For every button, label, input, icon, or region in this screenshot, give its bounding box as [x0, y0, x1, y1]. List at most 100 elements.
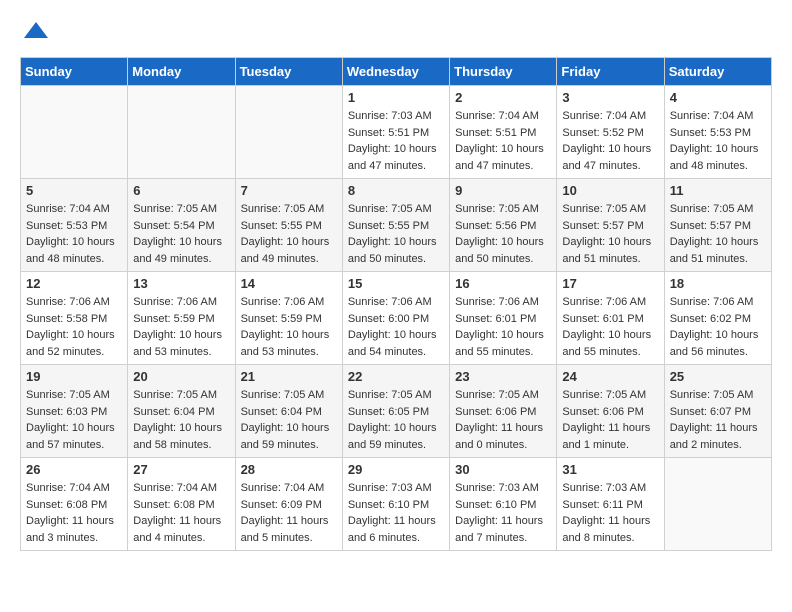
calendar-cell: 25 Sunrise: 7:05 AM Sunset: 6:07 PM Dayli…: [664, 365, 771, 458]
logo-icon: [22, 20, 50, 42]
calendar-cell: 24Sunrise: 7:05 AM Sunset: 6:06 PM Dayli…: [557, 365, 664, 458]
day-number: 7: [241, 183, 337, 198]
day-number: 19: [26, 369, 122, 384]
day-info: Sunrise: 7:04 AM Sunset: 5:53 PM Dayligh…: [26, 201, 122, 267]
day-number: 11: [670, 183, 766, 198]
calendar-cell: 15 Sunrise: 7:06 AM Sunset: 6:00 PM Dayli…: [342, 272, 449, 365]
calendar-cell: 16Sunrise: 7:06 AM Sunset: 6:01 PM Dayli…: [450, 272, 557, 365]
day-info: Sunrise: 7:06 AM Sunset: 6:00 PM Dayligh…: [348, 294, 444, 360]
calendar-cell: 13 Sunrise: 7:06 AM Sunset: 5:59 PM Dayli…: [128, 272, 235, 365]
day-number: 26: [26, 462, 122, 477]
calendar-cell: 8 Sunrise: 7:05 AM Sunset: 5:55 PM Daylig…: [342, 179, 449, 272]
header-thursday: Thursday: [450, 58, 557, 86]
day-info: Sunrise: 7:06 AM Sunset: 5:59 PM Dayligh…: [241, 294, 337, 360]
calendar-cell: 9 Sunrise: 7:05 AM Sunset: 5:56 PM Daylig…: [450, 179, 557, 272]
day-info: Sunrise: 7:05 AM Sunset: 6:03 PM Dayligh…: [26, 387, 122, 453]
calendar-cell: 28 Sunrise: 7:04 AM Sunset: 6:09 PM Dayli…: [235, 458, 342, 551]
calendar-cell: 29 Sunrise: 7:03 AM Sunset: 6:10 PM Dayli…: [342, 458, 449, 551]
day-info: Sunrise: 7:04 AM Sunset: 6:08 PM Dayligh…: [133, 480, 229, 546]
day-number: 5: [26, 183, 122, 198]
day-number: 21: [241, 369, 337, 384]
calendar-cell: 5 Sunrise: 7:04 AM Sunset: 5:53 PM Daylig…: [21, 179, 128, 272]
day-number: 10: [562, 183, 658, 198]
day-number: 3: [562, 90, 658, 105]
day-info: Sunrise: 7:05 AM Sunset: 5:56 PM Dayligh…: [455, 201, 551, 267]
day-number: 6: [133, 183, 229, 198]
day-number: 20: [133, 369, 229, 384]
calendar-cell: 17Sunrise: 7:06 AM Sunset: 6:01 PM Dayli…: [557, 272, 664, 365]
calendar-table: SundayMondayTuesdayWednesdayThursdayFrid…: [20, 57, 772, 551]
day-number: 29: [348, 462, 444, 477]
day-info: Sunrise: 7:05 AM Sunset: 6:06 PM Dayligh…: [455, 387, 551, 453]
calendar-cell: 20 Sunrise: 7:05 AM Sunset: 6:04 PM Dayli…: [128, 365, 235, 458]
day-info: Sunrise: 7:05 AM Sunset: 5:57 PM Dayligh…: [670, 201, 766, 267]
day-info: Sunrise: 7:05 AM Sunset: 5:55 PM Dayligh…: [241, 201, 337, 267]
day-number: 8: [348, 183, 444, 198]
week-row-2: 5 Sunrise: 7:04 AM Sunset: 5:53 PM Daylig…: [21, 179, 772, 272]
day-number: 15: [348, 276, 444, 291]
day-number: 1: [348, 90, 444, 105]
day-number: 30: [455, 462, 551, 477]
calendar-cell: [235, 86, 342, 179]
calendar-cell: 12 Sunrise: 7:06 AM Sunset: 5:58 PM Dayli…: [21, 272, 128, 365]
calendar-cell: 3 Sunrise: 7:04 AM Sunset: 5:52 PM Daylig…: [557, 86, 664, 179]
day-info: Sunrise: 7:06 AM Sunset: 5:58 PM Dayligh…: [26, 294, 122, 360]
week-row-4: 19 Sunrise: 7:05 AM Sunset: 6:03 PM Dayli…: [21, 365, 772, 458]
calendar-cell: 10Sunrise: 7:05 AM Sunset: 5:57 PM Dayli…: [557, 179, 664, 272]
day-info: Sunrise: 7:05 AM Sunset: 6:07 PM Dayligh…: [670, 387, 766, 453]
day-info: Sunrise: 7:03 AM Sunset: 6:10 PM Dayligh…: [348, 480, 444, 546]
day-info: Sunrise: 7:04 AM Sunset: 6:09 PM Dayligh…: [241, 480, 337, 546]
calendar-cell: 31 Sunrise: 7:03 AM Sunset: 6:11 PM Dayli…: [557, 458, 664, 551]
header-sunday: Sunday: [21, 58, 128, 86]
day-info: Sunrise: 7:03 AM Sunset: 6:11 PM Dayligh…: [562, 480, 658, 546]
header-wednesday: Wednesday: [342, 58, 449, 86]
day-number: 4: [670, 90, 766, 105]
day-number: 13: [133, 276, 229, 291]
week-row-3: 12 Sunrise: 7:06 AM Sunset: 5:58 PM Dayli…: [21, 272, 772, 365]
calendar-cell: 18 Sunrise: 7:06 AM Sunset: 6:02 PM Dayli…: [664, 272, 771, 365]
day-info: Sunrise: 7:05 AM Sunset: 6:04 PM Dayligh…: [133, 387, 229, 453]
day-number: 12: [26, 276, 122, 291]
day-number: 28: [241, 462, 337, 477]
calendar-cell: [128, 86, 235, 179]
day-info: Sunrise: 7:05 AM Sunset: 6:04 PM Dayligh…: [241, 387, 337, 453]
header-friday: Friday: [557, 58, 664, 86]
day-number: 23: [455, 369, 551, 384]
calendar-cell: 6Sunrise: 7:05 AM Sunset: 5:54 PM Daylig…: [128, 179, 235, 272]
calendar-cell: 23 Sunrise: 7:05 AM Sunset: 6:06 PM Dayli…: [450, 365, 557, 458]
calendar-cell: 22 Sunrise: 7:05 AM Sunset: 6:05 PM Dayli…: [342, 365, 449, 458]
calendar-cell: 14 Sunrise: 7:06 AM Sunset: 5:59 PM Dayli…: [235, 272, 342, 365]
calendar-cell: [21, 86, 128, 179]
header-saturday: Saturday: [664, 58, 771, 86]
header-tuesday: Tuesday: [235, 58, 342, 86]
calendar-cell: 11 Sunrise: 7:05 AM Sunset: 5:57 PM Dayli…: [664, 179, 771, 272]
day-number: 14: [241, 276, 337, 291]
page-header: [20, 20, 772, 47]
day-number: 31: [562, 462, 658, 477]
calendar-header: SundayMondayTuesdayWednesdayThursdayFrid…: [21, 58, 772, 86]
day-info: Sunrise: 7:06 AM Sunset: 6:01 PM Dayligh…: [455, 294, 551, 360]
day-number: 9: [455, 183, 551, 198]
header-monday: Monday: [128, 58, 235, 86]
day-info: Sunrise: 7:05 AM Sunset: 5:55 PM Dayligh…: [348, 201, 444, 267]
week-row-1: 1 Sunrise: 7:03 AM Sunset: 5:51 PM Daylig…: [21, 86, 772, 179]
day-info: Sunrise: 7:06 AM Sunset: 6:01 PM Dayligh…: [562, 294, 658, 360]
week-row-5: 26 Sunrise: 7:04 AM Sunset: 6:08 PM Dayli…: [21, 458, 772, 551]
day-number: 25: [670, 369, 766, 384]
day-number: 22: [348, 369, 444, 384]
day-info: Sunrise: 7:06 AM Sunset: 5:59 PM Dayligh…: [133, 294, 229, 360]
day-info: Sunrise: 7:04 AM Sunset: 5:52 PM Dayligh…: [562, 108, 658, 174]
calendar-cell: 27 Sunrise: 7:04 AM Sunset: 6:08 PM Dayli…: [128, 458, 235, 551]
day-number: 27: [133, 462, 229, 477]
day-number: 18: [670, 276, 766, 291]
calendar-cell: 30Sunrise: 7:03 AM Sunset: 6:10 PM Dayli…: [450, 458, 557, 551]
logo: [20, 20, 50, 47]
calendar-cell: 21 Sunrise: 7:05 AM Sunset: 6:04 PM Dayli…: [235, 365, 342, 458]
calendar-cell: 4Sunrise: 7:04 AM Sunset: 5:53 PM Daylig…: [664, 86, 771, 179]
day-info: Sunrise: 7:06 AM Sunset: 6:02 PM Dayligh…: [670, 294, 766, 360]
calendar-cell: 7 Sunrise: 7:05 AM Sunset: 5:55 PM Daylig…: [235, 179, 342, 272]
day-info: Sunrise: 7:04 AM Sunset: 5:51 PM Dayligh…: [455, 108, 551, 174]
day-info: Sunrise: 7:03 AM Sunset: 5:51 PM Dayligh…: [348, 108, 444, 174]
day-number: 24: [562, 369, 658, 384]
day-info: Sunrise: 7:05 AM Sunset: 6:05 PM Dayligh…: [348, 387, 444, 453]
